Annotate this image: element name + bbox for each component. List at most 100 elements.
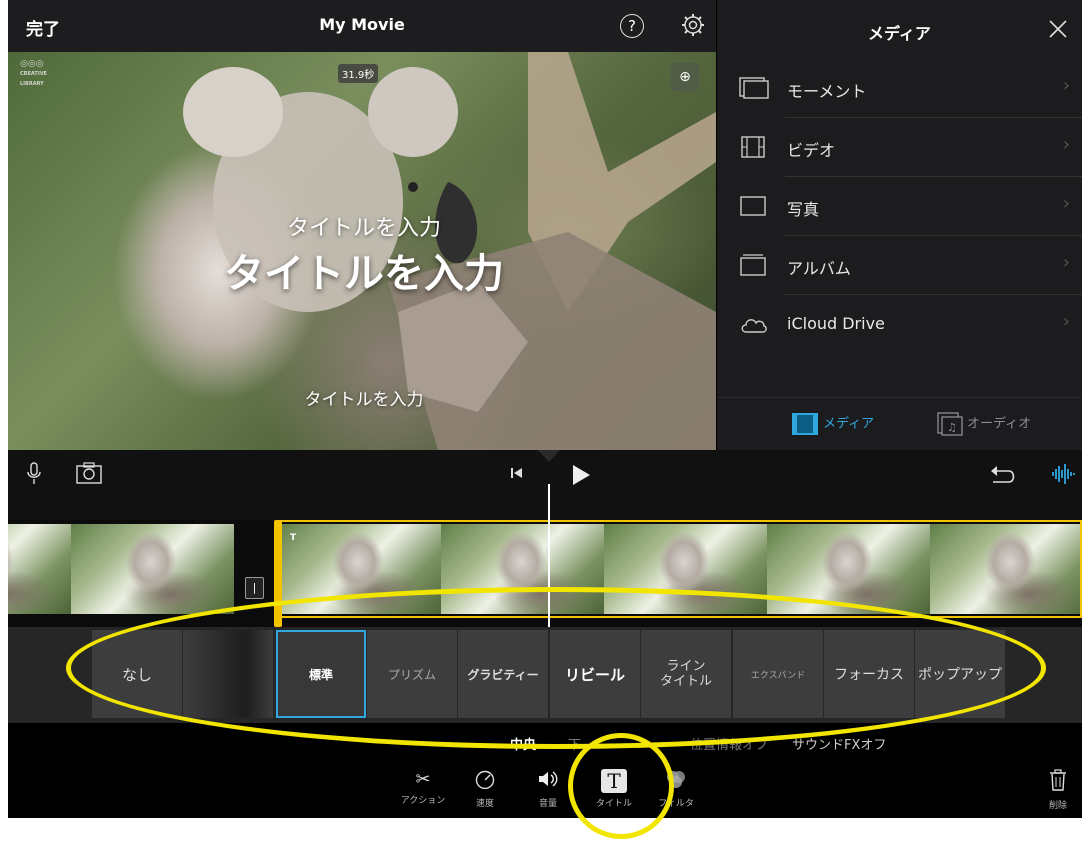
film-icon [792,413,818,435]
location-toggle[interactable]: 位置情報オフ [690,734,768,753]
speedometer-icon [475,770,495,790]
play-icon[interactable] [571,464,591,486]
tool-filter[interactable]: フィルタ [646,769,706,809]
style-prism[interactable]: プリズム [367,630,457,718]
scissors-icon: ✂ [415,769,431,790]
tool-label: 音量 [538,799,557,809]
tool-action[interactable]: ✂ アクション [393,769,453,806]
inspector-toolbar: ✂ アクション 速度 音量 T タイトル フィルタ 削除 [8,763,1082,818]
title-marker-icon: T [290,533,297,543]
media-tab-bar: メディア ♫ オーディオ [717,397,1082,451]
style-label: グラビティー [467,667,539,682]
style-label: ライン タイトル [659,659,712,689]
style-blank[interactable] [183,630,273,718]
tool-volume[interactable]: 音量 [518,769,578,809]
playhead [548,484,550,627]
style-gravity[interactable]: グラビティー [458,630,548,718]
media-item-label: 写真 [787,200,820,219]
playhead-marker [538,450,560,462]
chevron-right-icon: › [1062,75,1070,96]
help-icon[interactable]: ? [620,14,644,38]
clip-trim-handle[interactable] [274,520,282,627]
video-clip-1[interactable] [8,524,236,614]
style-popup[interactable]: ポップアップ [915,630,1005,718]
style-standard[interactable]: 標準 [276,630,366,718]
skip-to-start-icon[interactable] [510,466,524,480]
style-label: リビール [564,665,625,684]
tool-label: 速度 [475,799,494,809]
chevron-right-icon: › [1062,311,1070,332]
media-item-albums[interactable]: アルバム › [717,236,1082,295]
media-title: メディア [868,24,931,43]
media-item-photos[interactable]: 写真 › [717,177,1082,236]
tool-label: フィルタ [658,799,694,809]
clip-thumbnail [8,524,71,614]
filter-icon [667,771,685,788]
title-options: 中央 下 位置情報オフ サウンドFXオフ [8,723,1082,763]
tab-audio-label: オーディオ [967,416,1032,432]
media-item-video[interactable]: ビデオ › [717,118,1082,177]
style-label: プリズム [387,667,436,682]
waveform-icon[interactable] [1051,463,1075,485]
svg-text:♫: ♫ [947,421,957,434]
tool-label: アクション [400,796,446,806]
zoom-icon[interactable]: ⊕ [671,63,699,91]
media-header: メディア [717,0,1082,62]
style-none[interactable]: なし [92,630,182,718]
style-expand[interactable]: エクスパンド [733,630,823,718]
title-line-bottom[interactable]: タイトルを入力 [8,385,716,410]
selected-clip-outline [276,520,1082,618]
clip-thumbnail [71,524,234,614]
media-item-label: ビデオ [787,141,836,160]
style-focus[interactable]: フォーカス [824,630,914,718]
media-item-icloud[interactable]: iCloud Drive › [717,295,1082,354]
camera-icon[interactable] [76,462,102,484]
tab-audio[interactable]: ♫ オーディオ [937,412,1031,436]
title-line-main[interactable]: タイトルを入力 [8,241,716,299]
duration-badge: 31.9秒 [338,64,379,83]
title-t-icon: T [601,769,627,793]
style-label: ポップアップ [918,667,1002,683]
project-title: My Movie [319,15,405,34]
title-style-picker: なし 標準 プリズム グラビティー リビール ライン タイトル エクスパンド フ… [8,627,1082,723]
logo-icon: ◎◎◎ CREATIVE LIBRARY [20,59,47,88]
video-preview[interactable]: ◎◎◎ CREATIVE LIBRARY 31.9秒 ⊕ タイトルを入力 タイトル… [8,52,716,450]
position-bottom-option[interactable]: 下 [568,734,581,753]
delete-button[interactable]: 削除 [1038,769,1078,811]
moments-icon [739,77,769,99]
chevron-right-icon: › [1062,193,1070,214]
style-reveal[interactable]: リビール [550,630,640,718]
media-browser: メディア モーメント › ビデオ › 写真 › アルバム › iCloud Dr… [717,0,1082,451]
title-line-small[interactable]: タイトルを入力 [8,210,716,242]
media-item-moments[interactable]: モーメント › [717,59,1082,118]
tab-media-label: メディア [823,416,875,432]
photo-icon [740,196,766,216]
tool-speed[interactable]: 速度 [455,769,515,809]
logo-text: CREATIVE LIBRARY [20,71,47,87]
tool-title[interactable]: T タイトル [584,769,644,809]
style-label: 標準 [308,667,333,682]
sound-fx-toggle[interactable]: サウンドFXオフ [792,734,886,753]
viewer-header: 完了 My Movie ? [8,0,716,52]
tab-media[interactable]: メディア [791,412,874,436]
style-label: なし [121,665,152,684]
media-item-label: iCloud Drive [787,314,885,333]
album-icon [740,254,766,276]
microphone-icon[interactable] [26,462,42,486]
gear-icon[interactable] [681,13,705,37]
close-icon[interactable] [1047,18,1069,40]
media-item-label: モーメント [787,82,867,101]
style-line-title[interactable]: ライン タイトル [641,630,731,718]
undo-icon[interactable] [989,465,1015,485]
transition-button[interactable]: | [245,577,264,599]
speaker-icon [539,771,558,787]
music-note-icon: ♫ [937,412,963,436]
film-icon [741,136,765,158]
position-center-option[interactable]: 中央 [510,734,536,753]
tool-label: 削除 [1048,801,1067,811]
chevron-right-icon: › [1062,252,1070,273]
imovie-editor: 完了 My Movie ? ◎◎◎ CREATIVE LIBRARY 31.9秒… [8,0,1082,818]
tool-label: タイトル [595,799,632,809]
trash-icon [1050,769,1066,791]
cloud-icon [741,319,767,333]
